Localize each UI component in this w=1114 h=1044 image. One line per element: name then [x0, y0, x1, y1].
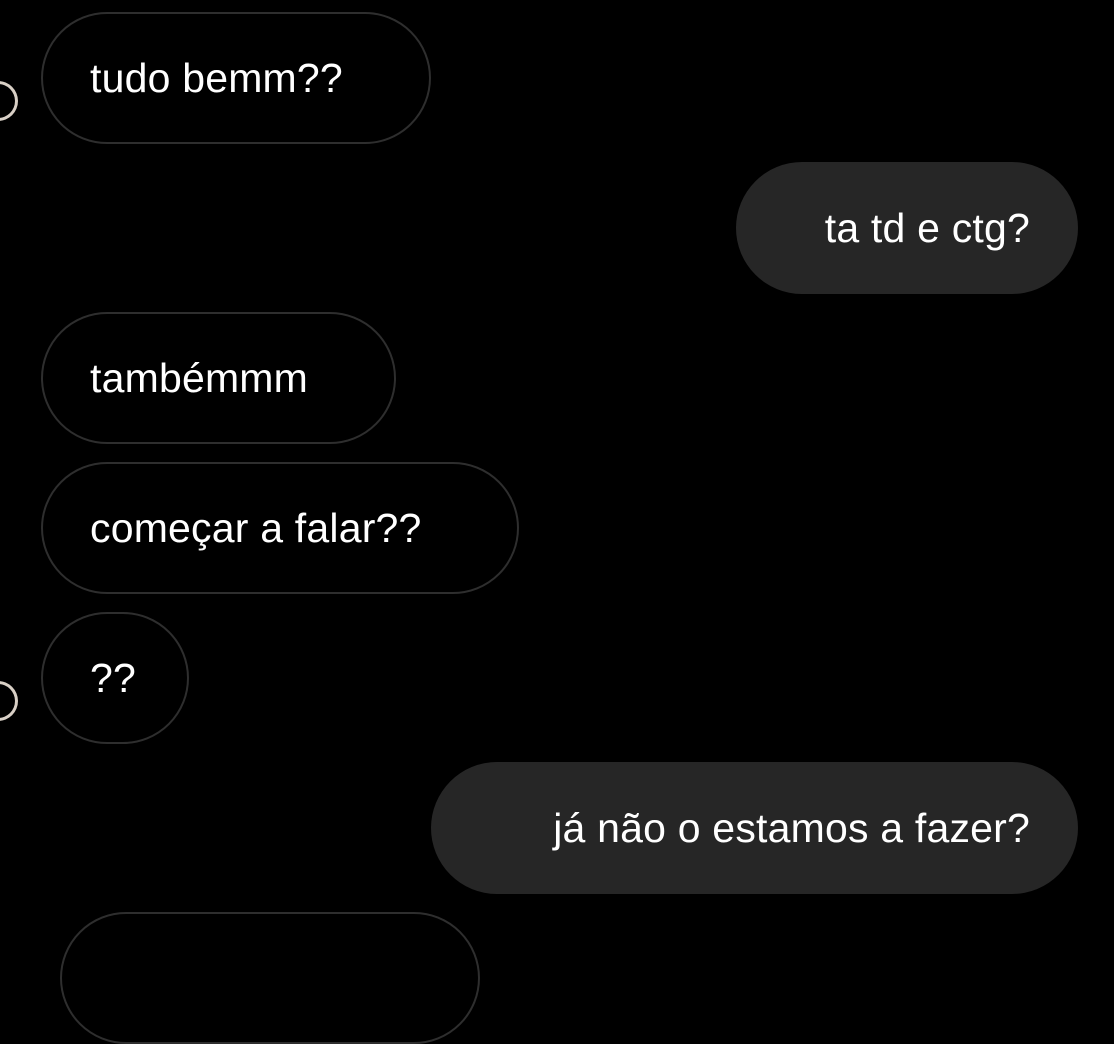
message-text: ??	[90, 654, 137, 701]
message-bubble-incoming-partial[interactable]	[60, 912, 480, 1044]
message-text: ta td e ctg?	[824, 204, 1030, 251]
message-thread[interactable]: tudo bemm?? ta td e ctg? tambémmm começa…	[0, 0, 1114, 1044]
message-bubble-incoming[interactable]: ??	[41, 612, 189, 744]
message-bubble-outgoing[interactable]: ta td e ctg?	[736, 162, 1078, 294]
message-bubble-incoming[interactable]: tambémmm	[41, 312, 396, 444]
message-text: tudo bemm??	[90, 54, 343, 101]
sender-avatar[interactable]	[0, 681, 18, 721]
sender-avatar[interactable]	[0, 81, 18, 121]
message-text: já não o estamos a fazer?	[553, 804, 1030, 851]
message-bubble-incoming[interactable]: começar a falar??	[41, 462, 519, 594]
message-bubble-outgoing[interactable]: já não o estamos a fazer?	[431, 762, 1078, 894]
message-bubble-incoming[interactable]: tudo bemm??	[41, 12, 431, 144]
message-text: começar a falar??	[90, 504, 422, 551]
message-text: tambémmm	[90, 354, 309, 401]
